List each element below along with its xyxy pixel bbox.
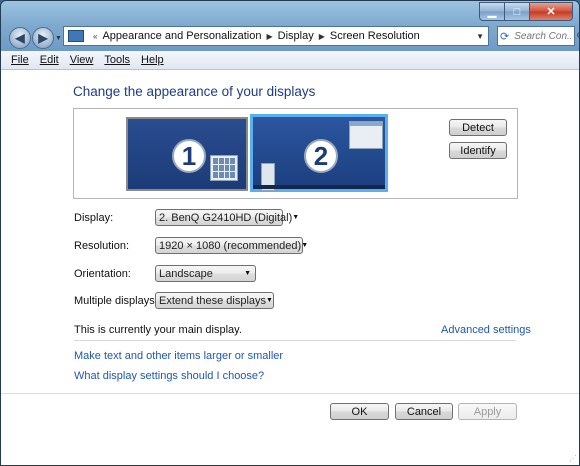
chevron-down-icon: ▼ (244, 270, 251, 277)
main-display-note: This is currently your main display. (74, 324, 242, 336)
breadcrumb-separator-icon[interactable]: ▶ (266, 32, 272, 41)
monitor-1[interactable]: 1 (126, 117, 248, 191)
multiple-displays-label: Multiple displays: (74, 295, 158, 307)
monitor-number: 1 (172, 139, 206, 173)
menu-file[interactable]: File (11, 54, 29, 66)
display-settings-help-link[interactable]: What display settings should I choose? (74, 370, 264, 382)
ok-button[interactable]: OK (330, 403, 389, 420)
navigation-bar: ◀ ▶ ▼ « Appearance and Personalization ▶… (1, 23, 579, 51)
menu-bar: File Edit View Tools Help (1, 51, 579, 70)
advanced-settings-link[interactable]: Advanced settings (441, 324, 531, 336)
breadcrumb-separator-icon[interactable]: ▶ (319, 32, 325, 41)
detect-button[interactable]: Detect (449, 119, 507, 136)
close-icon: ✕ (546, 6, 556, 18)
cancel-button[interactable]: Cancel (395, 403, 453, 420)
window-thumbnail (210, 155, 238, 181)
menu-tools[interactable]: Tools (104, 54, 130, 66)
recent-pages-dropdown-icon[interactable]: ▼ (55, 35, 62, 42)
orientation-select[interactable]: Landscape ▼ (155, 265, 256, 282)
apply-button[interactable]: Apply (458, 403, 517, 420)
breadcrumb-overflow-icon[interactable]: « (93, 32, 97, 41)
monitor-2[interactable]: 2 (250, 114, 388, 192)
refresh-icon[interactable]: ⟳ (500, 30, 509, 43)
chevron-down-icon: ▼ (266, 297, 273, 304)
menu-view-label: View (69, 54, 94, 66)
search-input[interactable] (512, 29, 575, 43)
minimize-icon: ▁ (487, 6, 497, 18)
search-box[interactable]: ⟳ ⚲ (497, 26, 579, 46)
window-thumbnail (349, 121, 383, 149)
resolution-select[interactable]: 1920 × 1080 (recommended) ▼ (155, 237, 308, 254)
menu-tools-label: Tools (104, 54, 131, 66)
menu-edit-label: Edit (39, 54, 59, 66)
menu-view[interactable]: View (70, 54, 94, 66)
page-title: Change the appearance of your displays (73, 84, 316, 99)
search-icon[interactable]: ⚲ (576, 30, 579, 43)
menu-help-label: Help (141, 54, 164, 66)
text-size-link[interactable]: Make text and other items larger or smal… (74, 350, 283, 362)
display-select-value: 2. BenQ G2410HD (Digital) (159, 211, 293, 224)
multiple-displays-select-value: Extend these displays (159, 294, 267, 307)
monitor-arrangement-panel: 1 2 Detect Identify (73, 108, 518, 199)
taskbar-thumbnail (253, 185, 385, 189)
breadcrumb-display[interactable]: Display (278, 30, 314, 42)
address-bar[interactable]: « Appearance and Personalization ▶ Displ… (63, 26, 489, 46)
display-label: Display: (74, 212, 114, 224)
menu-file-label: File (11, 54, 29, 66)
footer-divider (1, 393, 579, 394)
divider (74, 340, 516, 341)
window: ▁ □ ✕ ◀ ▶ ▼ « Appearance and Personaliza… (0, 0, 580, 466)
chevron-down-icon: ▼ (292, 214, 300, 221)
menu-edit[interactable]: Edit (40, 54, 59, 66)
minimize-button[interactable]: ▁ (479, 2, 505, 21)
back-button[interactable]: ◀ (9, 27, 31, 49)
control-panel-icon (68, 30, 84, 42)
content-pane: Change the appearance of your displays 1… (1, 70, 579, 465)
address-dropdown-icon[interactable]: ▼ (476, 32, 484, 41)
close-button[interactable]: ✕ (530, 2, 573, 21)
menu-help[interactable]: Help (141, 54, 164, 66)
multiple-displays-select[interactable]: Extend these displays ▼ (155, 292, 274, 309)
resolution-select-value: 1920 × 1080 (recommended) (159, 239, 302, 252)
resize-grip-icon[interactable]: ⋰ (569, 454, 577, 463)
resolution-label: Resolution: (74, 240, 130, 252)
orientation-label: Orientation: (74, 268, 131, 280)
maximize-icon: □ (513, 5, 521, 18)
forward-arrow-icon: ▶ (38, 31, 48, 45)
forward-button[interactable]: ▶ (32, 27, 54, 49)
chevron-down-icon: ▼ (301, 242, 309, 249)
caption-buttons: ▁ □ ✕ (479, 2, 573, 21)
display-select[interactable]: 2. BenQ G2410HD (Digital) ▼ (155, 209, 299, 226)
back-arrow-icon: ◀ (15, 31, 25, 45)
breadcrumb-appearance[interactable]: Appearance and Personalization (102, 30, 261, 42)
breadcrumb-screen-resolution[interactable]: Screen Resolution (330, 30, 420, 42)
orientation-select-value: Landscape (159, 267, 213, 280)
monitor-number: 2 (304, 139, 338, 173)
identify-button[interactable]: Identify (449, 142, 507, 159)
maximize-button[interactable]: □ (505, 2, 530, 21)
